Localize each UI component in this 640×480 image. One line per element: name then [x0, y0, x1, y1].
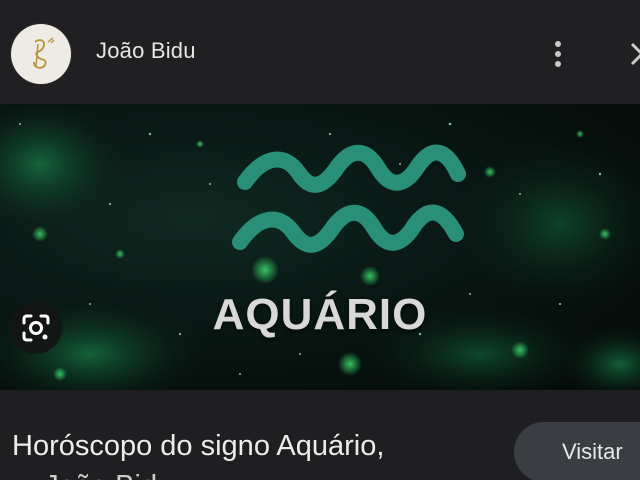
- site-avatar[interactable]: [11, 24, 71, 84]
- site-name[interactable]: João Bidu: [96, 38, 196, 64]
- aquarius-symbol-icon: [232, 144, 466, 253]
- joao-bidu-logo-icon: [33, 37, 55, 69]
- source-header: João Bidu: [0, 0, 640, 104]
- close-icon: [630, 42, 640, 66]
- result-info: Horóscopo do signo Aquário, ... João Bid…: [0, 390, 640, 480]
- google-lens-button[interactable]: [10, 302, 62, 354]
- result-title-line2: ... João Bidu: [12, 466, 492, 480]
- result-title[interactable]: Horóscopo do signo Aquário, ... João Bid…: [12, 426, 492, 480]
- visit-button[interactable]: Visitar: [514, 422, 640, 480]
- result-image[interactable]: AQUÁRIO: [0, 104, 640, 390]
- result-title-line1: Horóscopo do signo Aquário,: [12, 430, 385, 462]
- google-lens-icon: [22, 314, 50, 342]
- more-options-button[interactable]: [543, 34, 573, 74]
- starfield-background: [0, 104, 640, 390]
- more-vert-icon: [555, 41, 561, 67]
- image-viewer-page: João Bidu AQUÁRIO Horóscopo do signo Aqu…: [0, 0, 640, 480]
- sign-title: AQUÁRIO: [212, 290, 428, 339]
- close-button[interactable]: [622, 36, 640, 72]
